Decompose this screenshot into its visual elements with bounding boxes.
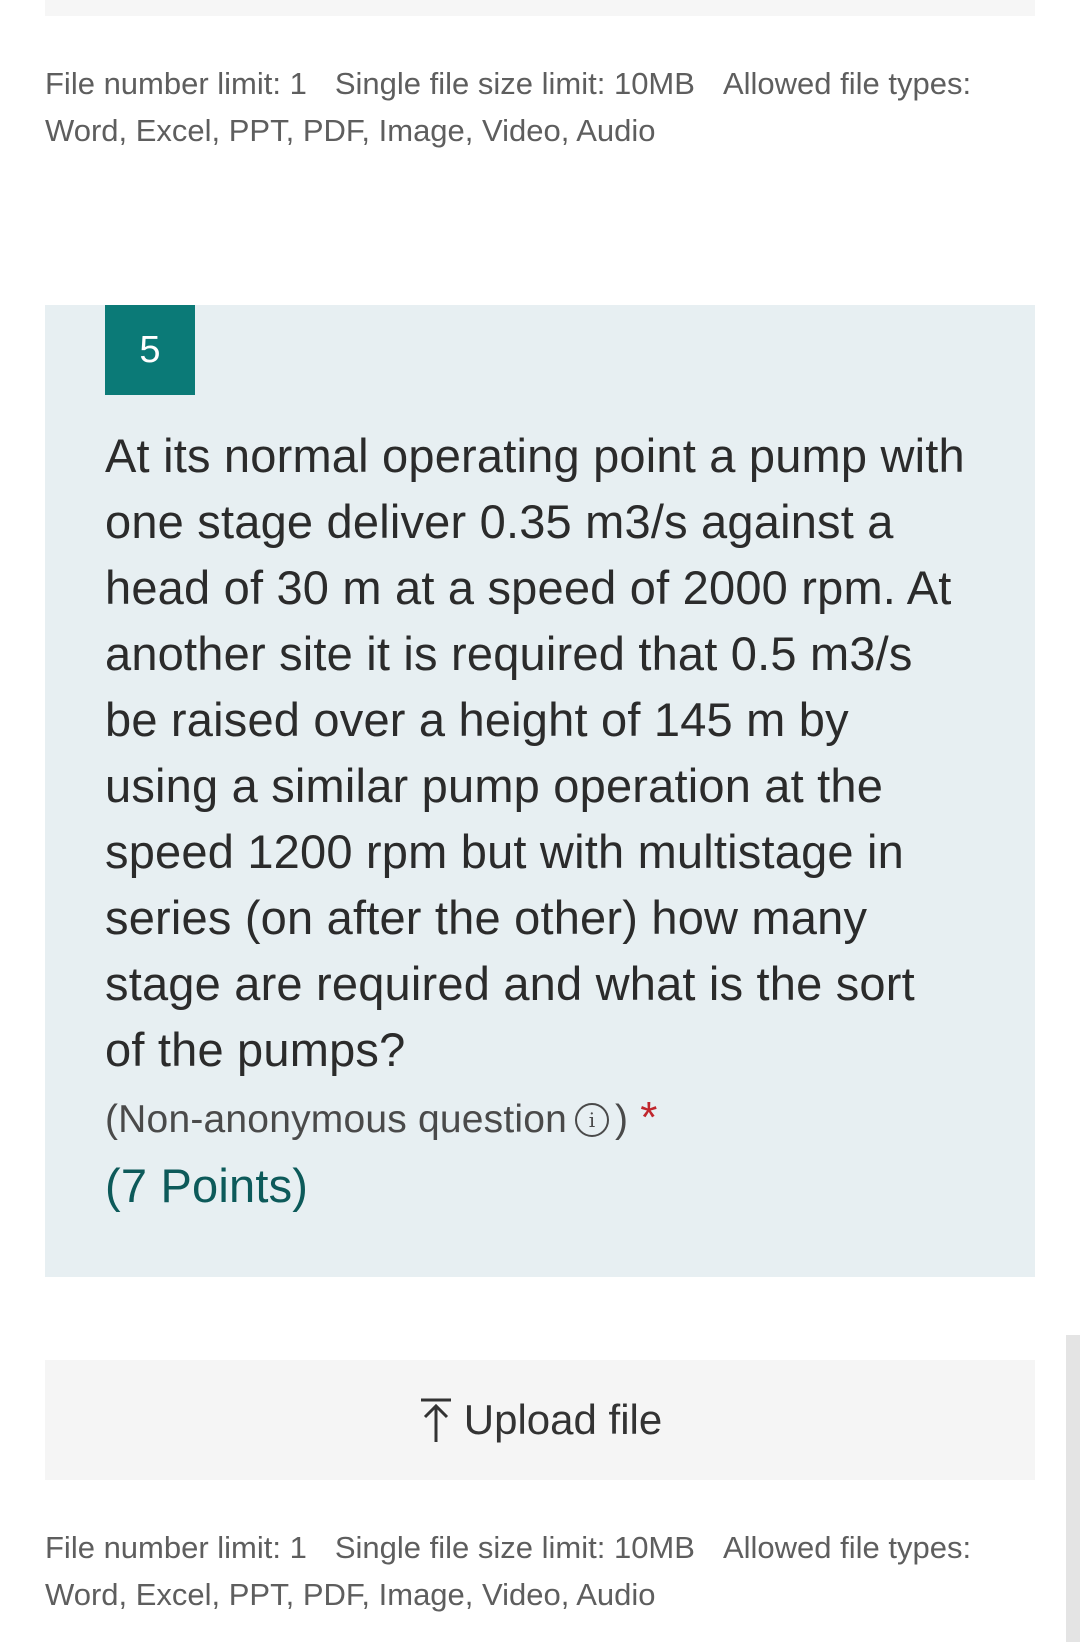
question-card: 5 At its normal operating point a pump w… (45, 305, 1035, 1277)
question-title: At its normal operating point a pump wit… (105, 423, 965, 1219)
file-number-limit: File number limit: 1 (45, 1530, 307, 1565)
file-limits-info-bottom: File number limit: 1 Single file size lim… (45, 1524, 1035, 1618)
required-star: * (640, 1093, 658, 1142)
question-number-badge: 5 (105, 305, 195, 395)
upload-file-label[interactable]: Upload file (464, 1396, 662, 1444)
file-size-limit: Single file size limit: 10MB (334, 66, 695, 101)
question-points: (7 Points) (105, 1159, 309, 1212)
allowed-types-label: Allowed file types: (722, 66, 972, 101)
meta-close-paren: ) (615, 1098, 629, 1141)
scrollbar[interactable] (1066, 1335, 1080, 1642)
question-meta: (Non-anonymous question i) * (105, 1093, 658, 1142)
file-size-limit: Single file size limit: 10MB (334, 1530, 695, 1565)
upload-file-button[interactable]: Upload file (45, 1360, 1035, 1480)
form-page: File number limit: 1 Single file size lim… (0, 0, 1080, 1642)
info-icon[interactable]: i (575, 1102, 610, 1137)
question-body: At its normal operating point a pump wit… (105, 429, 965, 1076)
upload-arrow-icon (420, 1398, 451, 1442)
upload-file-content[interactable]: Upload file (418, 1396, 662, 1444)
file-number-limit: File number limit: 1 (45, 66, 307, 101)
file-limits-info: File number limit: 1 Single file size lim… (45, 60, 1035, 154)
non-anonymous-label: (Non-anonymous question (105, 1098, 568, 1141)
allowed-types-value: Word, Excel, PPT, PDF, Image, Video, Aud… (45, 113, 656, 148)
previous-upload-area-edge (45, 0, 1035, 16)
allowed-types-value: Word, Excel, PPT, PDF, Image, Video, Aud… (45, 1577, 656, 1612)
allowed-types-label: Allowed file types: (722, 1530, 972, 1565)
